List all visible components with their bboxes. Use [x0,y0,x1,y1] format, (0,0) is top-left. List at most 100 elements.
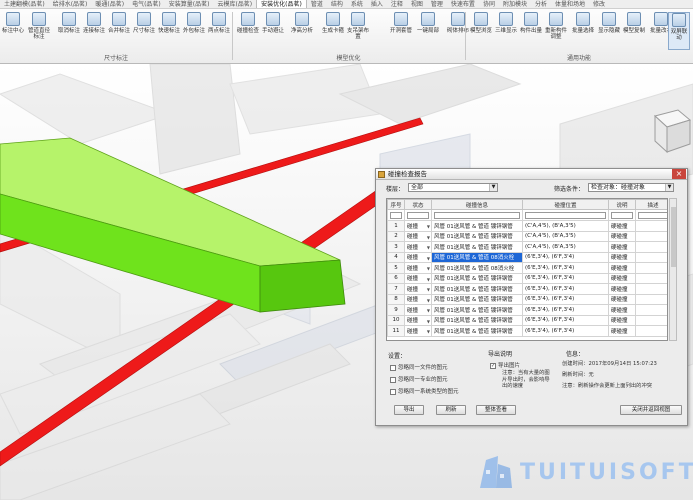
tool-icon [62,12,76,26]
tab-13[interactable]: 管理 [427,0,447,8]
tab-9[interactable]: 系统 [347,0,367,8]
ribbon-button-1[interactable]: 管道直径标注 [28,12,50,50]
column-header-info[interactable]: 碰撞信息 [431,199,523,210]
table-row[interactable]: 2 碰撞 ▼ 风管 01送风管 & 管道 镀锌钢管 (C'A,4'5), (B'A,3'… [387,230,667,242]
chevron-down-icon[interactable]: ▼ [427,277,430,282]
chevron-down-icon[interactable]: ▼ [427,287,430,292]
ribbon-button-10[interactable]: 手动避让 [262,12,284,50]
view-cube[interactable] [653,109,692,154]
ribbon-button-18[interactable]: 三维显示 [495,12,517,50]
ribbon-button-14[interactable]: 开洞套管 [390,12,412,50]
table-row[interactable]: 7 碰撞 ▼ 风管 01送风管 & 管道 镀锌钢管 (6'E,3'4), (6'F,3'… [387,283,667,295]
tab-5[interactable]: 云模库(品茗) [213,0,256,8]
table-row[interactable]: 11 碰撞 ▼ 风管 01送风管 & 管道 镀锌钢管 (6'E,3'4), (6'F,3… [387,325,667,337]
chevron-down-icon[interactable]: ▼ [427,298,430,303]
ribbon-button-11[interactable]: 净高分析 [291,12,313,50]
ribbon-button-2[interactable]: 取消标注 [58,12,80,50]
tab-7[interactable]: 管道 [307,0,327,8]
overview-button[interactable]: 整体查看 [476,405,516,415]
scroll-thumb[interactable] [671,207,676,267]
export-image-checkbox[interactable]: ✓ 导出图片 [490,361,520,369]
chevron-down-icon[interactable]: ▼ [427,319,430,324]
chevron-down-icon[interactable]: ▼ [427,224,430,229]
table-row[interactable]: 8 碰撞 ▼ 风管 01送风管 & 管道 镀锌钢管 (6'E,3'4), (6'F,3'… [387,293,667,305]
filter-field[interactable] [390,211,402,219]
floor-select[interactable]: 全部 ▼ [408,183,498,192]
filter-field[interactable] [525,211,606,219]
ribbon-button-21[interactable]: 批量选择 [572,12,594,50]
tab-19[interactable]: 修改 [589,0,609,8]
ribbon-button-23[interactable]: 模型复制 [623,12,645,50]
tab-6[interactable]: 安装优化(品茗) [256,0,307,8]
chevron-down-icon[interactable]: ▼ [427,256,430,261]
table-row[interactable]: 3 碰撞 ▼ 风管 01送风管 & 管道 镀锌钢管 (C'A,4'5), (B'A,3'… [387,241,667,253]
setting-checkbox[interactable]: 忽略同一文件的图元 [390,363,448,371]
ribbon-button-label: 管道直径标注 [28,28,51,40]
tab-3[interactable]: 电气(品茗) [128,0,165,8]
ribbon-button-8[interactable]: 两点标注 [208,12,230,50]
setting-checkbox[interactable]: 忽略同一专业的图元 [390,375,448,383]
ribbon-button-4[interactable]: 合并标注 [108,12,130,50]
ribbon-button-12[interactable]: 生成卡箍 [322,12,344,50]
tab-0[interactable]: 土建翻模(品茗) [0,0,49,8]
dialog-title-bar[interactable]: 碰撞检查报告 × [376,169,687,180]
ribbon-button-19[interactable]: 构件出量 [520,12,542,50]
ribbon-button-9[interactable]: 碰撞检查 [237,12,259,50]
tab-1[interactable]: 给排水(品茗) [49,0,92,8]
ribbon-button-label: 三维显示 [495,28,518,34]
ribbon-button-25[interactable]: 双屏联动 [668,12,690,50]
tab-2[interactable]: 暖通(品茗) [91,0,128,8]
tab-14[interactable]: 快速布置 [447,0,479,8]
ribbon-button-22[interactable]: 显示隐藏 [598,12,620,50]
table-row[interactable]: 5 碰撞 ▼ 风管 01送风管 & 管道 08消火栓 (6'E,3'4), (6'F,3… [387,262,667,274]
table-row[interactable]: 10 碰撞 ▼ 风管 01送风管 & 管道 镀锌钢管 (6'E,3'4), (6'F,3… [387,314,667,326]
column-header-note[interactable]: 说明 [608,199,636,210]
filter-field[interactable] [638,211,667,219]
tab-8[interactable]: 结构 [327,0,347,8]
filter-select[interactable]: 检查对象：碰撞对象 ▼ [588,183,674,192]
export-button[interactable]: 导出 [394,405,424,415]
ribbon-button-0[interactable]: 标注中心 [2,12,24,50]
refresh-button[interactable]: 刷新 [436,405,466,415]
chevron-down-icon[interactable]: ▼ [427,245,430,250]
column-header-desc[interactable]: 描述 [635,199,667,210]
table-row[interactable]: 9 碰撞 ▼ 风管 01送风管 & 管道 镀锌钢管 (6'E,3'4), (6'F,3'… [387,304,667,316]
chevron-down-icon[interactable]: ▼ [427,329,430,334]
close-return-button[interactable]: 关闭并返回视图 [620,405,682,415]
table-row[interactable]: 1 碰撞 ▼ 风管 01送风管 & 管道 镀锌钢管 (C'A,4'5), (B'A,3'… [387,220,667,232]
ribbon-button-6[interactable]: 快速标注 [158,12,180,50]
ribbon-button-3[interactable]: 连接标注 [83,12,105,50]
cell-text: 5 [394,264,398,271]
column-header-position[interactable]: 碰撞位置 [522,199,609,210]
ribbon-button-20[interactable]: 重新构件调整 [545,12,567,50]
chevron-down-icon[interactable]: ▼ [427,308,430,313]
table-scrollbar[interactable] [669,198,677,341]
table-row[interactable]: 4 碰撞 ▼ 风管 01送风管 & 管道 08消火栓 (6'E,3'4), (6'F,3… [387,251,667,263]
ribbon-button-5[interactable]: 尺寸标注 [133,12,155,50]
filter-field[interactable] [611,211,633,219]
filter-field[interactable] [434,211,520,219]
tab-16[interactable]: 附加模块 [499,0,531,8]
tab-12[interactable]: 视图 [407,0,427,8]
tab-18[interactable]: 体量和场地 [551,0,589,8]
column-header-status[interactable]: 状态 [404,199,432,210]
close-icon[interactable]: × [672,169,686,179]
setting-label: 忽略同一专业的图元 [398,377,448,383]
cell-info: 风管 01送风管 & 管道 镀锌钢管 [431,272,523,284]
ribbon-button-17[interactable]: 模型浏览 [470,12,492,50]
filter-field[interactable] [407,211,429,219]
tab-10[interactable]: 插入 [367,0,387,8]
tab-11[interactable]: 注释 [387,0,407,8]
tab-17[interactable]: 分析 [531,0,551,8]
table-row[interactable]: 6 碰撞 ▼ 风管 01送风管 & 管道 镀锌钢管 (6'E,3'4), (6'F,3'… [387,272,667,284]
chevron-down-icon[interactable]: ▼ [427,266,430,271]
setting-label: 忽略同一文件的图元 [398,365,448,371]
ribbon-button-15[interactable]: 一键局部 [417,12,439,50]
tab-15[interactable]: 协同 [479,0,499,8]
ribbon-button-7[interactable]: 外包标注 [183,12,205,50]
tab-4[interactable]: 安装算量(品茗) [165,0,214,8]
ribbon-button-13[interactable]: 支吊架布置 [347,12,369,50]
chevron-down-icon[interactable]: ▼ [427,235,430,240]
setting-checkbox[interactable]: 忽略同一系统类型的图元 [390,387,459,395]
column-header-no[interactable]: 序号 [387,199,405,210]
